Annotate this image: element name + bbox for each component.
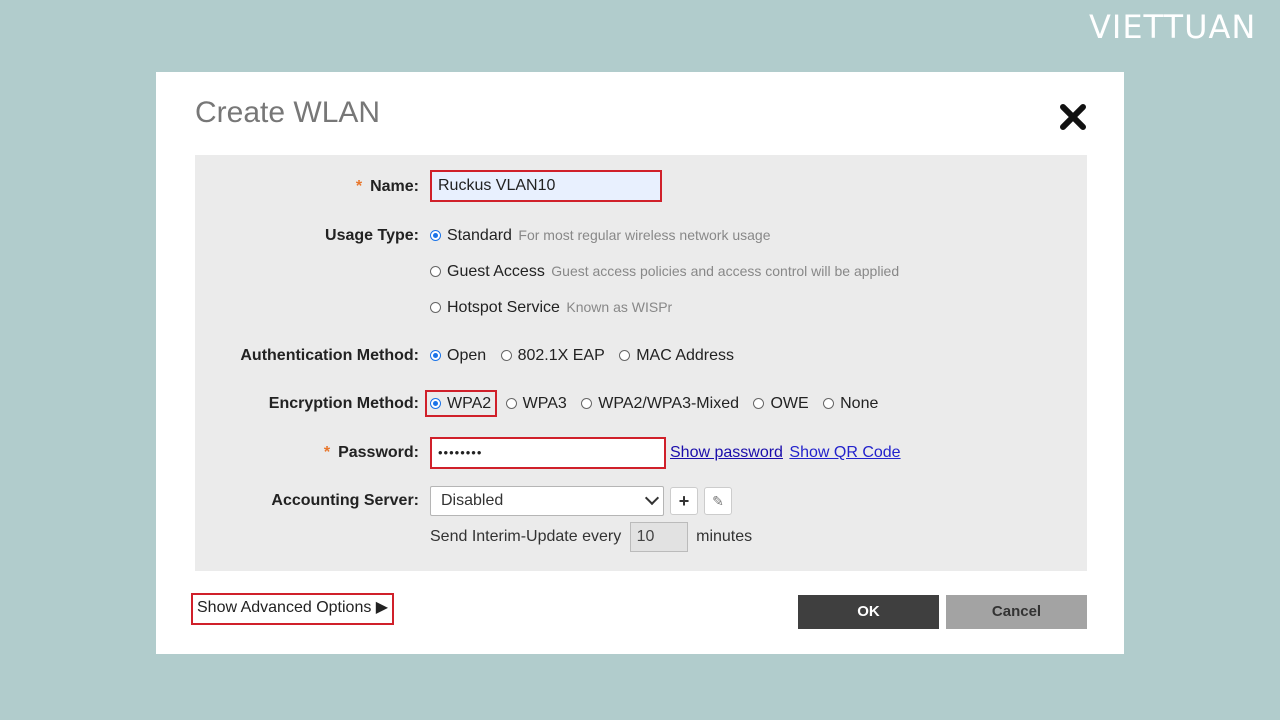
- usage-option-standard[interactable]: Standard For most regular wireless netwo…: [430, 227, 771, 245]
- encryption-option-wpa2[interactable]: WPA2: [424, 390, 498, 417]
- password-label: * Password:: [323, 444, 419, 461]
- chevron-down-icon: [644, 490, 660, 506]
- show-password-link[interactable]: Show password: [670, 444, 783, 461]
- encryption-options: WPA2 WPA3 WPA2/WPA3-Mixed OWE None: [424, 390, 888, 417]
- cancel-button[interactable]: Cancel: [946, 595, 1087, 629]
- auth-method-label: Authentication Method:: [240, 347, 419, 364]
- auth-option-open[interactable]: Open: [430, 347, 486, 364]
- radio-icon[interactable]: [430, 302, 441, 313]
- required-marker: *: [323, 444, 331, 461]
- name-label: * Name:: [355, 178, 419, 195]
- radio-icon[interactable]: [430, 266, 441, 277]
- auth-option-8021x[interactable]: 802.1X EAP: [500, 347, 605, 364]
- usage-option-guest-access[interactable]: Guest Access Guest access policies and a…: [430, 263, 899, 281]
- password-links: Show password Show QR Code: [670, 444, 901, 462]
- brand-logo: VIETTUAN: [1089, 8, 1257, 46]
- create-wlan-dialog: Create WLAN * Name: Ruckus VLAN10 Usage T…: [156, 72, 1124, 654]
- encryption-option-mixed[interactable]: WPA2/WPA3-Mixed: [581, 395, 739, 412]
- accounting-server-label: Accounting Server:: [271, 492, 419, 509]
- name-input[interactable]: Ruckus VLAN10: [430, 170, 662, 202]
- encryption-option-none[interactable]: None: [823, 395, 878, 412]
- auth-option-mac[interactable]: MAC Address: [619, 347, 734, 364]
- radio-icon[interactable]: [430, 230, 441, 241]
- required-marker: *: [355, 178, 363, 195]
- show-qr-code-link[interactable]: Show QR Code: [789, 444, 900, 461]
- usage-type-label: Usage Type:: [325, 227, 419, 244]
- encryption-option-owe[interactable]: OWE: [753, 395, 809, 412]
- interim-minutes-input[interactable]: 10: [629, 522, 688, 552]
- accounting-server-select[interactable]: Disabled: [430, 486, 664, 516]
- show-advanced-options-link[interactable]: Show Advanced Options ▶: [191, 593, 395, 625]
- encryption-option-wpa3[interactable]: WPA3: [505, 395, 567, 412]
- auth-method-options: Open 802.1X EAP MAC Address: [430, 347, 744, 365]
- form-panel: * Name: Ruckus VLAN10 Usage Type: Standar…: [195, 155, 1087, 571]
- add-icon[interactable]: +: [670, 487, 698, 515]
- close-icon[interactable]: [1058, 102, 1088, 132]
- edit-pencil-icon[interactable]: ✎: [704, 487, 732, 515]
- password-input[interactable]: ••••••••: [430, 437, 666, 469]
- dialog-title: Create WLAN: [195, 96, 381, 129]
- interim-update-row: Send Interim-Update every 10 minutes: [430, 522, 752, 552]
- usage-option-hotspot[interactable]: Hotspot Service Known as WISPr: [430, 299, 672, 317]
- ok-button[interactable]: OK: [798, 595, 939, 629]
- encryption-method-label: Encryption Method:: [268, 395, 419, 412]
